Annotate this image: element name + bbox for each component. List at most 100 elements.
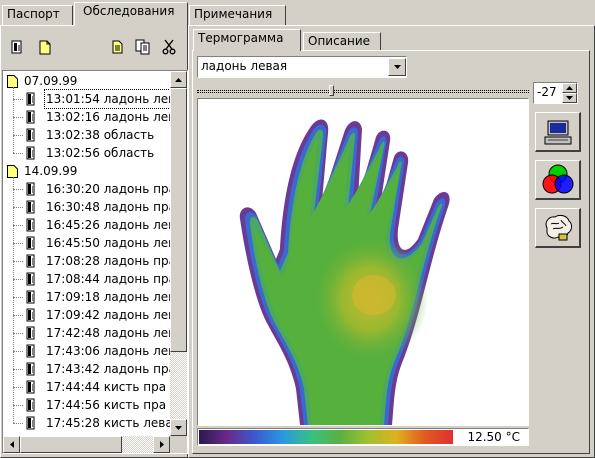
palette-gradient (199, 430, 453, 444)
tree-connector (13, 243, 23, 244)
brain-tool-button[interactable] (535, 208, 581, 248)
tree-record-item[interactable]: 16:30:48 ладонь пра (3, 198, 170, 216)
cut-icon[interactable] (160, 38, 178, 56)
tree-record-item[interactable]: 13:02:56 область (3, 144, 170, 162)
tree-scroll-down-button[interactable] (170, 419, 187, 436)
tree-record-label: 17:44:44 кисть пра (46, 380, 167, 394)
spinner-up-button[interactable] (562, 83, 577, 93)
tab-description[interactable]: Описание (303, 32, 381, 51)
new-document-icon[interactable] (36, 38, 54, 56)
tree-connector (13, 423, 23, 424)
brain-icon (545, 214, 572, 240)
tree-record-item[interactable]: 13:02:38 область (3, 126, 170, 144)
tree-date-label: 14.09.99 (24, 164, 78, 178)
tree-connector (13, 351, 23, 352)
tree-connector (13, 117, 23, 118)
tree-record-item[interactable]: 13:02:16 ладонь лев (3, 108, 170, 126)
tree-record-item[interactable]: 16:45:50 ладонь лев (3, 234, 170, 252)
temperature-readout: 12.50 °C (467, 430, 520, 444)
view-selector[interactable]: ладонь левая (197, 56, 407, 78)
tree-connector (13, 315, 23, 316)
tree-connector (13, 189, 23, 190)
tree-connector (13, 369, 23, 370)
tree-record-label: 13:02:16 ладонь лев (46, 110, 170, 124)
tree-scroll-up-button[interactable] (170, 71, 187, 88)
tree-connector (13, 333, 23, 334)
tree-connector (13, 387, 23, 388)
copy-icon[interactable] (108, 38, 126, 56)
tree-connector (13, 87, 14, 153)
tree-record-label: 13:02:56 область (46, 146, 155, 160)
tree-record-label: 17:42:48 ладонь лев (46, 326, 170, 340)
tree-date-node[interactable]: 14.09.99 (3, 162, 170, 180)
tree-record-label: 16:30:20 ладонь пра (46, 182, 170, 196)
computer-icon (544, 120, 571, 144)
slider-track (197, 90, 529, 93)
tree-connector (13, 405, 23, 406)
offset-slider[interactable] (197, 85, 529, 97)
tree-record-label: 16:45:50 ладонь лев (46, 236, 170, 250)
tree-record-item[interactable]: 17:08:44 ладонь пра (3, 270, 170, 288)
tree-record-label: 17:45:28 кисть лева (46, 416, 170, 430)
tree-hscroll-thumb[interactable] (20, 436, 122, 453)
view-selector-dropdown-button[interactable] (388, 58, 406, 76)
thermogram-record-icon (26, 416, 36, 435)
tree-record-item[interactable]: 17:44:44 кисть пра (3, 378, 170, 396)
tree-connector (13, 99, 23, 100)
paste-icon[interactable] (134, 38, 152, 56)
tree-record-label: 17:08:28 ладонь пра (46, 254, 170, 268)
open-exam-icon[interactable] (8, 38, 26, 56)
tree-date-label: 07.09.99 (24, 74, 78, 88)
tree-record-item[interactable]: 17:09:42 ладонь лев (3, 306, 170, 324)
tree-record-label: 17:44:56 кисть пра (46, 398, 167, 412)
tab-thermogram[interactable]: Термограмма (193, 29, 301, 51)
tree-connector (13, 279, 23, 280)
examination-tree[interactable]: 07.09.99 13:01:54 ладонь лев 13:02:16 ладо… (2, 70, 188, 454)
tree-record-label: 17:08:44 ладонь пра (46, 272, 170, 286)
tree-record-label: 16:30:48 ладонь пра (46, 200, 170, 214)
tree-connector (13, 207, 23, 208)
tree-record-item[interactable]: 17:43:06 ладонь лев (3, 342, 170, 360)
tree-scroll-left-button[interactable] (3, 436, 20, 453)
hand-thermogram-image (239, 119, 450, 425)
tree-record-item[interactable]: 17:44:56 кисть пра (3, 396, 170, 414)
rgb-palette-icon (542, 164, 573, 193)
tree-record-label: 17:09:18 ладонь лев (46, 290, 170, 304)
tree-record-item[interactable]: 17:45:28 кисть лева (3, 414, 170, 432)
tree-record-item[interactable]: 16:30:20 ладонь пра (3, 180, 170, 198)
tab-examinations[interactable]: Обследования (74, 2, 188, 26)
tab-passport[interactable]: Паспорт (2, 5, 73, 25)
view-selector-value: ладонь левая (201, 59, 288, 73)
temperature-palette: 12.50 °C (197, 428, 529, 446)
tree-record-item[interactable]: 17:43:42 ладонь пра (3, 360, 170, 378)
tree-record-label: 17:09:42 ладонь лев (46, 308, 170, 322)
tree-connector (13, 225, 23, 226)
tree-record-item[interactable]: 17:42:48 ладонь лев (3, 324, 170, 342)
palette-tool-button[interactable] (535, 160, 581, 200)
thermogram-view[interactable] (197, 98, 529, 426)
tree-record-label: 16:45:26 ладонь лев (46, 218, 170, 232)
tree-connector (13, 261, 23, 262)
computer-tool-button[interactable] (535, 112, 581, 152)
tree-connector (13, 153, 23, 154)
tree-record-label: 13:02:38 область (46, 128, 155, 142)
tab-notes[interactable]: Примечания (189, 5, 286, 25)
tree-vscroll-thumb[interactable] (170, 88, 187, 352)
offset-spinner[interactable]: -27 (533, 82, 578, 104)
offset-spinner-value: -27 (537, 85, 557, 99)
tree-connector (13, 177, 14, 423)
tree-scroll-right-button[interactable] (153, 436, 170, 453)
tree-date-node[interactable]: 07.09.99 (3, 72, 170, 90)
tree-record-label: 17:43:42 ладонь пра (46, 362, 170, 376)
slider-thumb[interactable] (329, 85, 334, 96)
tree-record-item[interactable]: 13:01:54 ладонь лев (3, 89, 170, 109)
tree-record-label: 13:01:54 ладонь лев (43, 89, 170, 109)
tree-record-item[interactable]: 16:45:26 ладонь лев (3, 216, 170, 234)
spinner-down-button[interactable] (562, 93, 577, 103)
tree-record-label: 17:43:06 ладонь лев (46, 344, 170, 358)
tree-connector (13, 135, 23, 136)
tree-record-item[interactable]: 17:08:28 ладонь пра (3, 252, 170, 270)
scroll-corner (170, 436, 187, 453)
tree-record-item[interactable]: 17:09:18 ладонь лев (3, 288, 170, 306)
tree-connector (13, 297, 23, 298)
